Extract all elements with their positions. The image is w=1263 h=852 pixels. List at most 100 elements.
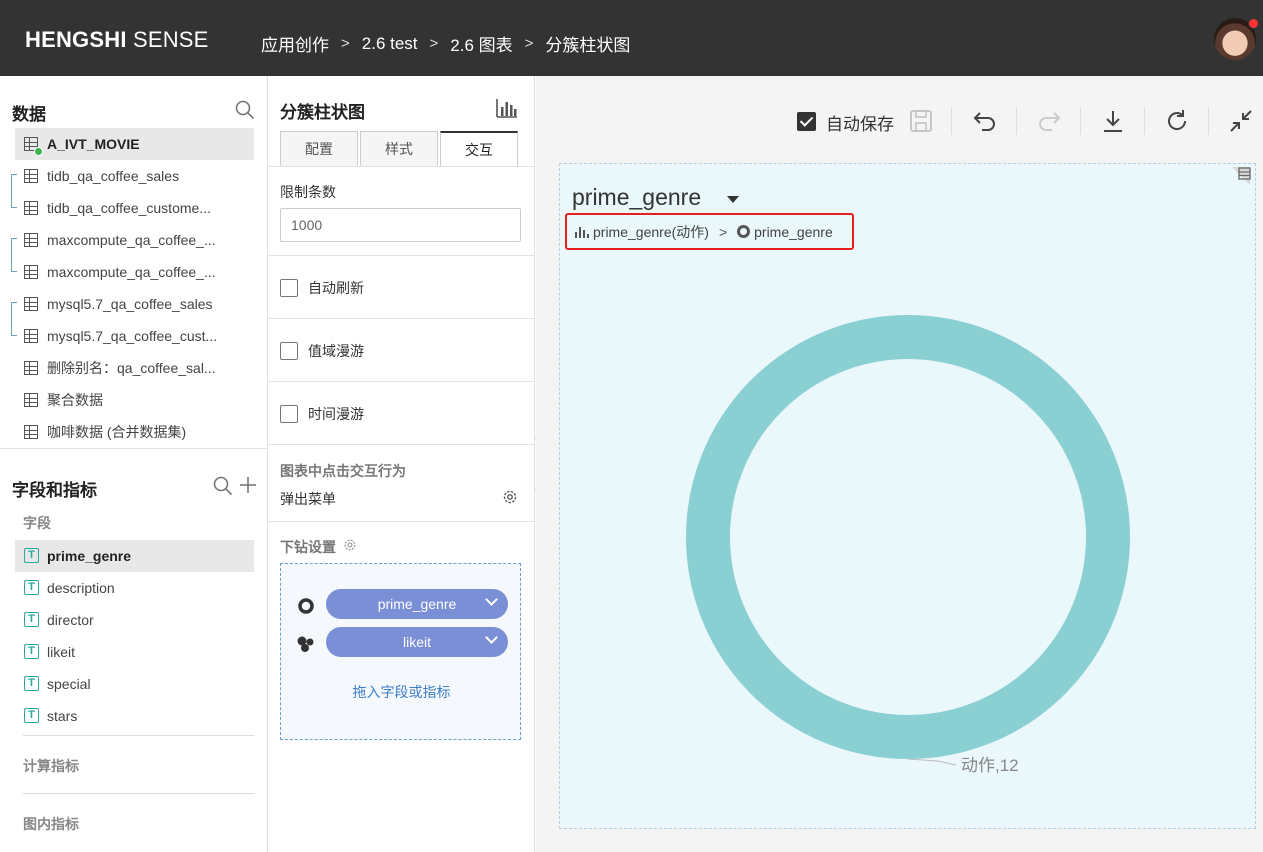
redo-icon[interactable] — [1036, 108, 1062, 134]
tab-style[interactable]: 样式 — [360, 131, 438, 167]
field-item[interactable]: Tlikeit — [15, 636, 254, 668]
fields-section-title: 字段和指标 — [12, 481, 97, 500]
refresh-icon[interactable] — [1164, 108, 1190, 134]
table-icon — [24, 201, 38, 215]
time-roam-checkbox[interactable] — [280, 405, 298, 423]
table-icon — [24, 233, 38, 247]
field-item[interactable]: Tstars — [15, 700, 254, 732]
donut-chart-icon — [298, 598, 314, 614]
table-icon — [24, 297, 38, 311]
drill-settings-label: 下钻设置 — [280, 539, 336, 555]
add-icon[interactable] — [238, 475, 258, 495]
fields-subsection-label: 字段 — [23, 515, 51, 531]
toolbar-separator — [1080, 107, 1081, 135]
breadcrumb-separator: > — [341, 35, 350, 52]
chevron-down-icon — [485, 593, 498, 606]
limit-input[interactable]: 1000 — [280, 208, 521, 242]
click-behavior-label: 图表中点击交互行为 — [280, 463, 406, 479]
brand-logo[interactable]: HENGSHI SENSE — [25, 27, 209, 53]
bar-chart-icon[interactable] — [496, 98, 518, 118]
gear-icon[interactable] — [502, 489, 518, 505]
inchart-metrics-label: 图内指标 — [23, 816, 79, 832]
drill-fields-dropzone[interactable]: prime_genre likeit 拖入字段或指标 — [280, 563, 521, 740]
exit-fullscreen-icon[interactable] — [1228, 108, 1254, 134]
dataset-item[interactable]: tidb_qa_coffee_custome... — [15, 192, 254, 224]
tab-interaction[interactable]: 交互 — [440, 131, 518, 167]
text-type-icon: T — [24, 548, 39, 563]
download-icon[interactable] — [1100, 108, 1126, 134]
breadcrumb-item-charts[interactable]: 2.6 图表 — [450, 31, 512, 56]
divider — [268, 318, 535, 319]
donut-slice[interactable] — [686, 315, 1130, 759]
top-bar: HENGSHI SENSE 应用创作 > 2.6 test > 2.6 图表 >… — [0, 0, 1263, 76]
breadcrumb-separator: > — [429, 35, 439, 52]
text-type-icon: T — [24, 612, 39, 627]
dataset-item[interactable]: mysql5.7_qa_coffee_sales — [15, 288, 254, 320]
calc-metrics-label: 计算指标 — [23, 758, 79, 774]
data-panel: 数据 A_IVT_MOVIE tidb_qa_coffee_sales tidb… — [0, 76, 268, 852]
donut-chart[interactable]: 动作,12 — [559, 163, 1256, 829]
click-behavior-value[interactable]: 弹出菜单 — [280, 489, 336, 509]
config-panel: 分簇柱状图 配置 样式 交互 限制条数 1000 自动刷新 值域漫游 时间漫游 … — [268, 76, 535, 852]
divider — [268, 166, 535, 167]
slice-data-label: 动作,12 — [961, 756, 1019, 775]
text-type-icon: T — [24, 580, 39, 595]
table-icon — [24, 329, 38, 343]
tab-config[interactable]: 配置 — [280, 131, 358, 167]
dataset-item[interactable]: 咖啡数据 (合并数据集) — [15, 416, 254, 448]
divider — [0, 448, 268, 449]
time-roam-label: 时间漫游 — [308, 406, 364, 422]
table-icon — [24, 265, 38, 279]
breadcrumb-item-app[interactable]: 应用创作 — [261, 31, 329, 56]
breadcrumb-item-test[interactable]: 2.6 test — [362, 34, 418, 54]
gear-icon[interactable] — [343, 538, 357, 552]
dataset-item[interactable]: maxcompute_qa_coffee_... — [15, 224, 254, 256]
auto-refresh-label: 自动刷新 — [308, 280, 364, 296]
field-item[interactable]: Tspecial — [15, 668, 254, 700]
dataset-item[interactable]: 删除别名：qa_coffee_sal... — [15, 352, 254, 384]
divider — [268, 255, 535, 256]
time-roam-row[interactable]: 时间漫游 — [280, 404, 364, 424]
autosave-checkbox[interactable] — [797, 112, 816, 131]
field-item[interactable]: Tdirector — [15, 604, 254, 636]
field-item[interactable]: Tprime_genre — [15, 540, 254, 572]
search-icon[interactable] — [235, 100, 255, 120]
breadcrumb-item-current: 分簇柱状图 — [545, 36, 631, 55]
dataset-item[interactable]: tidb_qa_coffee_sales — [15, 160, 254, 192]
table-icon — [24, 425, 38, 439]
divider — [268, 381, 535, 382]
dataset-item[interactable]: mysql5.7_qa_coffee_cust... — [15, 320, 254, 352]
drop-hint: 拖入字段或指标 — [352, 684, 451, 700]
dataset-item[interactable]: maxcompute_qa_coffee_... — [15, 256, 254, 288]
bubble-chart-icon — [297, 636, 314, 652]
dataset-item[interactable]: A_IVT_MOVIE — [15, 128, 254, 160]
range-roam-checkbox[interactable] — [280, 342, 298, 360]
field-item[interactable]: Tdescription — [15, 572, 254, 604]
breadcrumb-separator: > — [524, 35, 534, 52]
dataset-item[interactable]: 聚合数据 — [15, 384, 254, 416]
limit-label: 限制条数 — [280, 184, 336, 200]
undo-icon[interactable] — [972, 108, 998, 134]
notification-dot — [1248, 18, 1259, 29]
drill-field-pill[interactable]: likeit — [326, 627, 508, 657]
auto-refresh-row[interactable]: 自动刷新 — [280, 278, 364, 298]
table-icon — [24, 393, 38, 407]
range-roam-row[interactable]: 值域漫游 — [280, 341, 364, 361]
toolbar-separator — [1144, 107, 1145, 135]
text-type-icon: T — [24, 644, 39, 659]
drill-field-pill[interactable]: prime_genre — [326, 589, 508, 619]
search-icon[interactable] — [213, 476, 233, 496]
table-icon — [24, 169, 38, 183]
auto-refresh-checkbox[interactable] — [280, 279, 298, 297]
save-icon[interactable] — [908, 108, 934, 134]
chevron-down-icon — [485, 631, 498, 644]
range-roam-label: 值域漫游 — [308, 343, 364, 359]
text-type-icon: T — [24, 676, 39, 691]
data-section-title: 数据 — [12, 105, 46, 124]
table-icon — [24, 361, 38, 375]
status-ok-icon — [34, 147, 43, 156]
autosave-label: 自动保存 — [826, 115, 894, 134]
divider — [23, 793, 254, 794]
divider — [268, 521, 535, 522]
slice-label-leader — [907, 758, 957, 766]
